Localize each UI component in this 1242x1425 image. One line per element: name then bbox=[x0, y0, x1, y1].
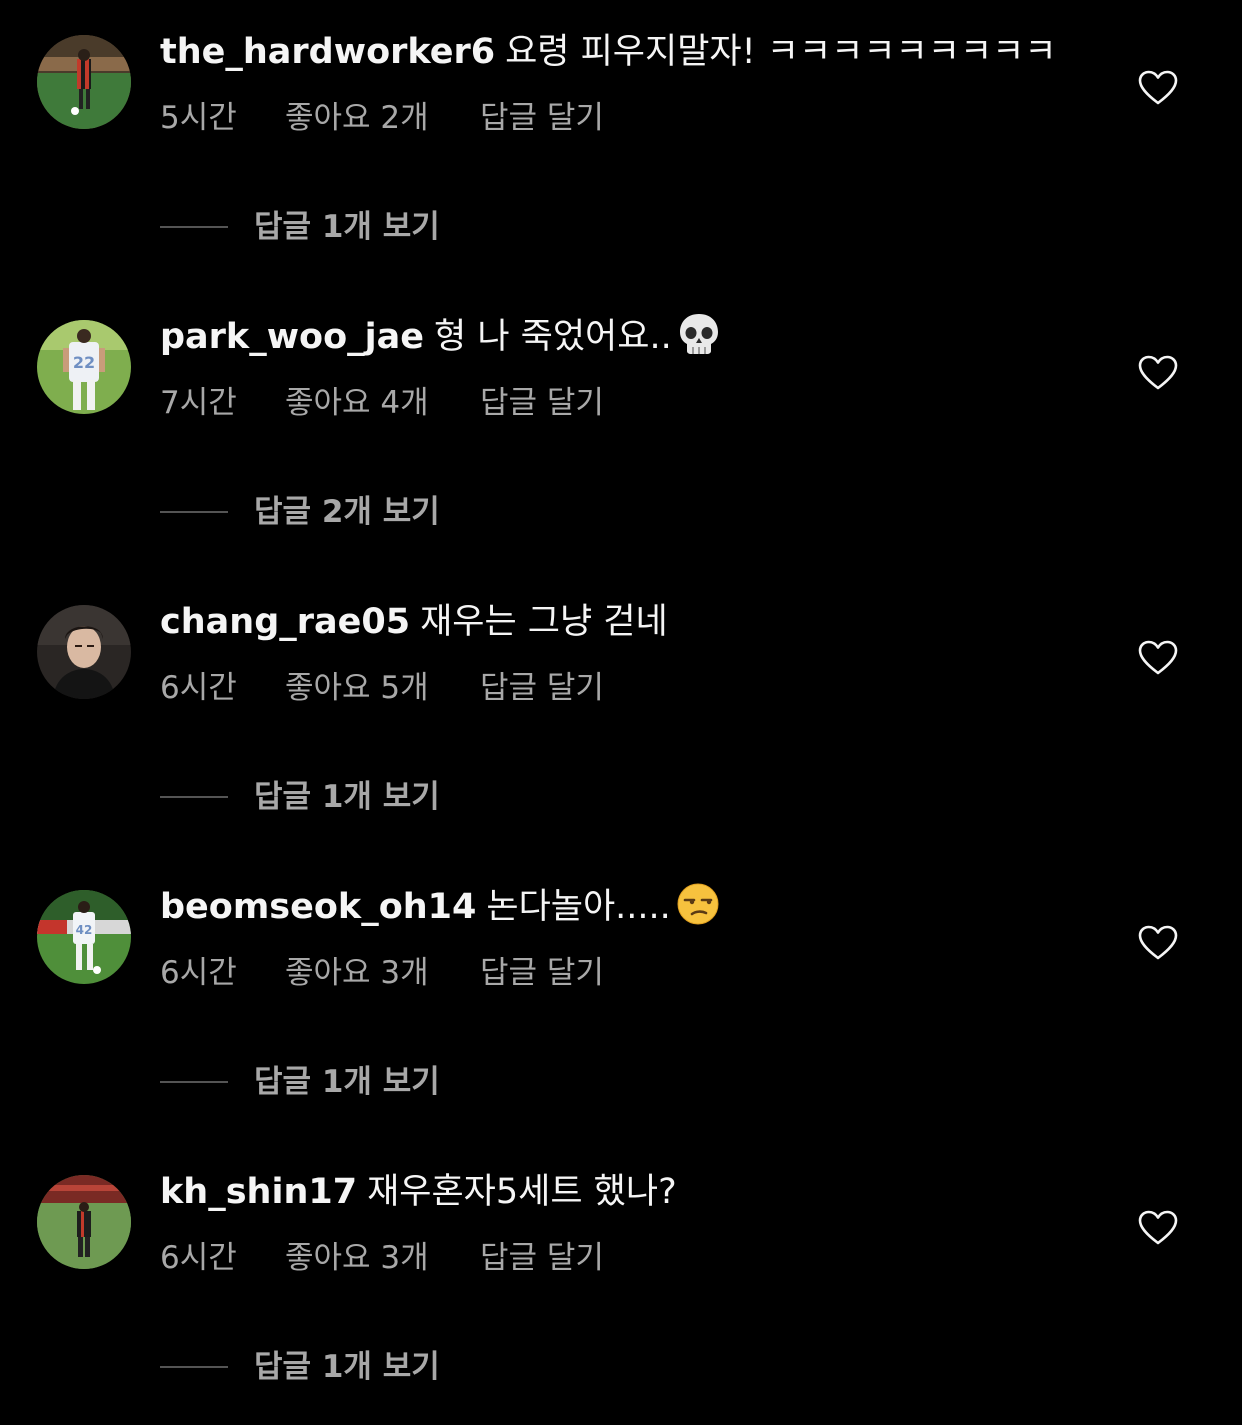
view-replies-label: 답글 2개 보기 bbox=[254, 494, 440, 530]
view-replies-button[interactable]: 답글 1개 보기 bbox=[160, 775, 440, 823]
comment-likes-count[interactable]: 좋아요 3개 bbox=[285, 953, 480, 993]
view-replies-label: 답글 1개 보기 bbox=[254, 1064, 440, 1100]
avatar[interactable] bbox=[37, 35, 131, 129]
view-replies-button[interactable]: 답글 1개 보기 bbox=[160, 205, 440, 253]
replies-divider bbox=[160, 1081, 228, 1083]
comment-time: 6시간 bbox=[160, 1240, 237, 1276]
replies-divider bbox=[160, 511, 228, 513]
view-replies-label: 답글 1개 보기 bbox=[254, 1349, 440, 1385]
comment-body: 재우혼자5세트 했나? bbox=[367, 1172, 677, 1212]
comment-body: 형 나 죽었어요.. bbox=[434, 317, 672, 357]
avatar[interactable]: 42 bbox=[37, 890, 131, 984]
comment-time: 6시간 bbox=[160, 670, 237, 706]
comment-text-line: chang_rae05 재우는 그냥 걷네 bbox=[160, 598, 668, 646]
comment-text-line: beomseok_oh14 논다놀아..... bbox=[160, 883, 721, 931]
comment-likes-count[interactable]: 좋아요 2개 bbox=[285, 98, 480, 138]
comment-meta: 5시간 좋아요 2개 답글 달기 bbox=[160, 98, 604, 138]
view-replies-button[interactable]: 답글 1개 보기 bbox=[160, 1345, 440, 1393]
comment-body: 요령 피우지말자! ㅋㅋㅋㅋㅋㅋㅋㅋㅋ bbox=[505, 32, 1057, 72]
reply-button[interactable]: 답글 달기 bbox=[480, 98, 604, 138]
view-replies-label: 답글 1개 보기 bbox=[254, 779, 440, 815]
reply-button[interactable]: 답글 달기 bbox=[480, 1238, 604, 1278]
comment-time: 7시간 bbox=[160, 385, 237, 421]
comment-text-line: the_hardworker6 요령 피우지말자! ㅋㅋㅋㅋㅋㅋㅋㅋㅋ bbox=[160, 28, 1057, 76]
comment-item: chang_rae05 재우는 그냥 걷네 6시간 좋아요 5개 답글 달기 답글 1… bbox=[0, 570, 1242, 855]
comment-username[interactable]: beomseok_oh14 bbox=[160, 887, 476, 927]
svg-text:22: 22 bbox=[73, 353, 95, 372]
reply-button[interactable]: 답글 달기 bbox=[480, 953, 604, 993]
comment-meta: 6시간 좋아요 5개 답글 달기 bbox=[160, 668, 604, 708]
replies-divider bbox=[160, 226, 228, 228]
comment-username[interactable]: kh_shin17 bbox=[160, 1172, 357, 1212]
reply-button[interactable]: 답글 달기 bbox=[480, 383, 604, 423]
view-replies-button[interactable]: 답글 2개 보기 bbox=[160, 490, 440, 538]
comment-time: 6시간 bbox=[160, 955, 237, 991]
comment-body: 논다놀아..... bbox=[486, 887, 671, 927]
comment-text-line: kh_shin17 재우혼자5세트 했나? bbox=[160, 1168, 677, 1216]
view-replies-label: 답글 1개 보기 bbox=[254, 209, 440, 245]
comment-username[interactable]: the_hardworker6 bbox=[160, 32, 495, 72]
avatar[interactable]: 22 bbox=[37, 320, 131, 414]
comment-item: the_hardworker6 요령 피우지말자! ㅋㅋㅋㅋㅋㅋㅋㅋㅋ 5시간 좋아… bbox=[0, 0, 1242, 285]
heart-icon[interactable] bbox=[1138, 925, 1178, 961]
comment-item: 42 beomseok_oh14 논다놀아..... 6시간 좋아요 3개 답글 달기… bbox=[0, 855, 1242, 1140]
heart-icon[interactable] bbox=[1138, 1210, 1178, 1246]
comment-meta: 6시간 좋아요 3개 답글 달기 bbox=[160, 953, 604, 993]
svg-text:42: 42 bbox=[76, 923, 93, 937]
heart-icon[interactable] bbox=[1138, 70, 1178, 106]
comment-likes-count[interactable]: 좋아요 4개 bbox=[285, 383, 480, 423]
reply-button[interactable]: 답글 달기 bbox=[480, 668, 604, 708]
comment-time: 5시간 bbox=[160, 100, 237, 136]
comment-body: 재우는 그냥 걷네 bbox=[420, 602, 668, 642]
comment-likes-count[interactable]: 좋아요 5개 bbox=[285, 668, 480, 708]
heart-icon[interactable] bbox=[1138, 355, 1178, 391]
comment-likes-count[interactable]: 좋아요 3개 bbox=[285, 1238, 480, 1278]
skull-emoji-icon bbox=[676, 311, 722, 357]
view-replies-button[interactable]: 답글 1개 보기 bbox=[160, 1060, 440, 1108]
comment-text-line: park_woo_jae 형 나 죽었어요.. bbox=[160, 313, 722, 361]
comment-username[interactable]: park_woo_jae bbox=[160, 317, 424, 357]
comment-meta: 7시간 좋아요 4개 답글 달기 bbox=[160, 383, 604, 423]
comment-meta: 6시간 좋아요 3개 답글 달기 bbox=[160, 1238, 604, 1278]
comment-item: kh_shin17 재우혼자5세트 했나? 6시간 좋아요 3개 답글 달기 답글 1… bbox=[0, 1140, 1242, 1425]
unamused-face-emoji-icon bbox=[675, 881, 721, 927]
avatar[interactable] bbox=[37, 605, 131, 699]
comment-username[interactable]: chang_rae05 bbox=[160, 602, 410, 642]
replies-divider bbox=[160, 796, 228, 798]
heart-icon[interactable] bbox=[1138, 640, 1178, 676]
comment-item: 22 park_woo_jae 형 나 죽었어요.. 7시간 좋아요 4개 답글 달기 bbox=[0, 285, 1242, 570]
replies-divider bbox=[160, 1366, 228, 1368]
avatar[interactable] bbox=[37, 1175, 131, 1269]
